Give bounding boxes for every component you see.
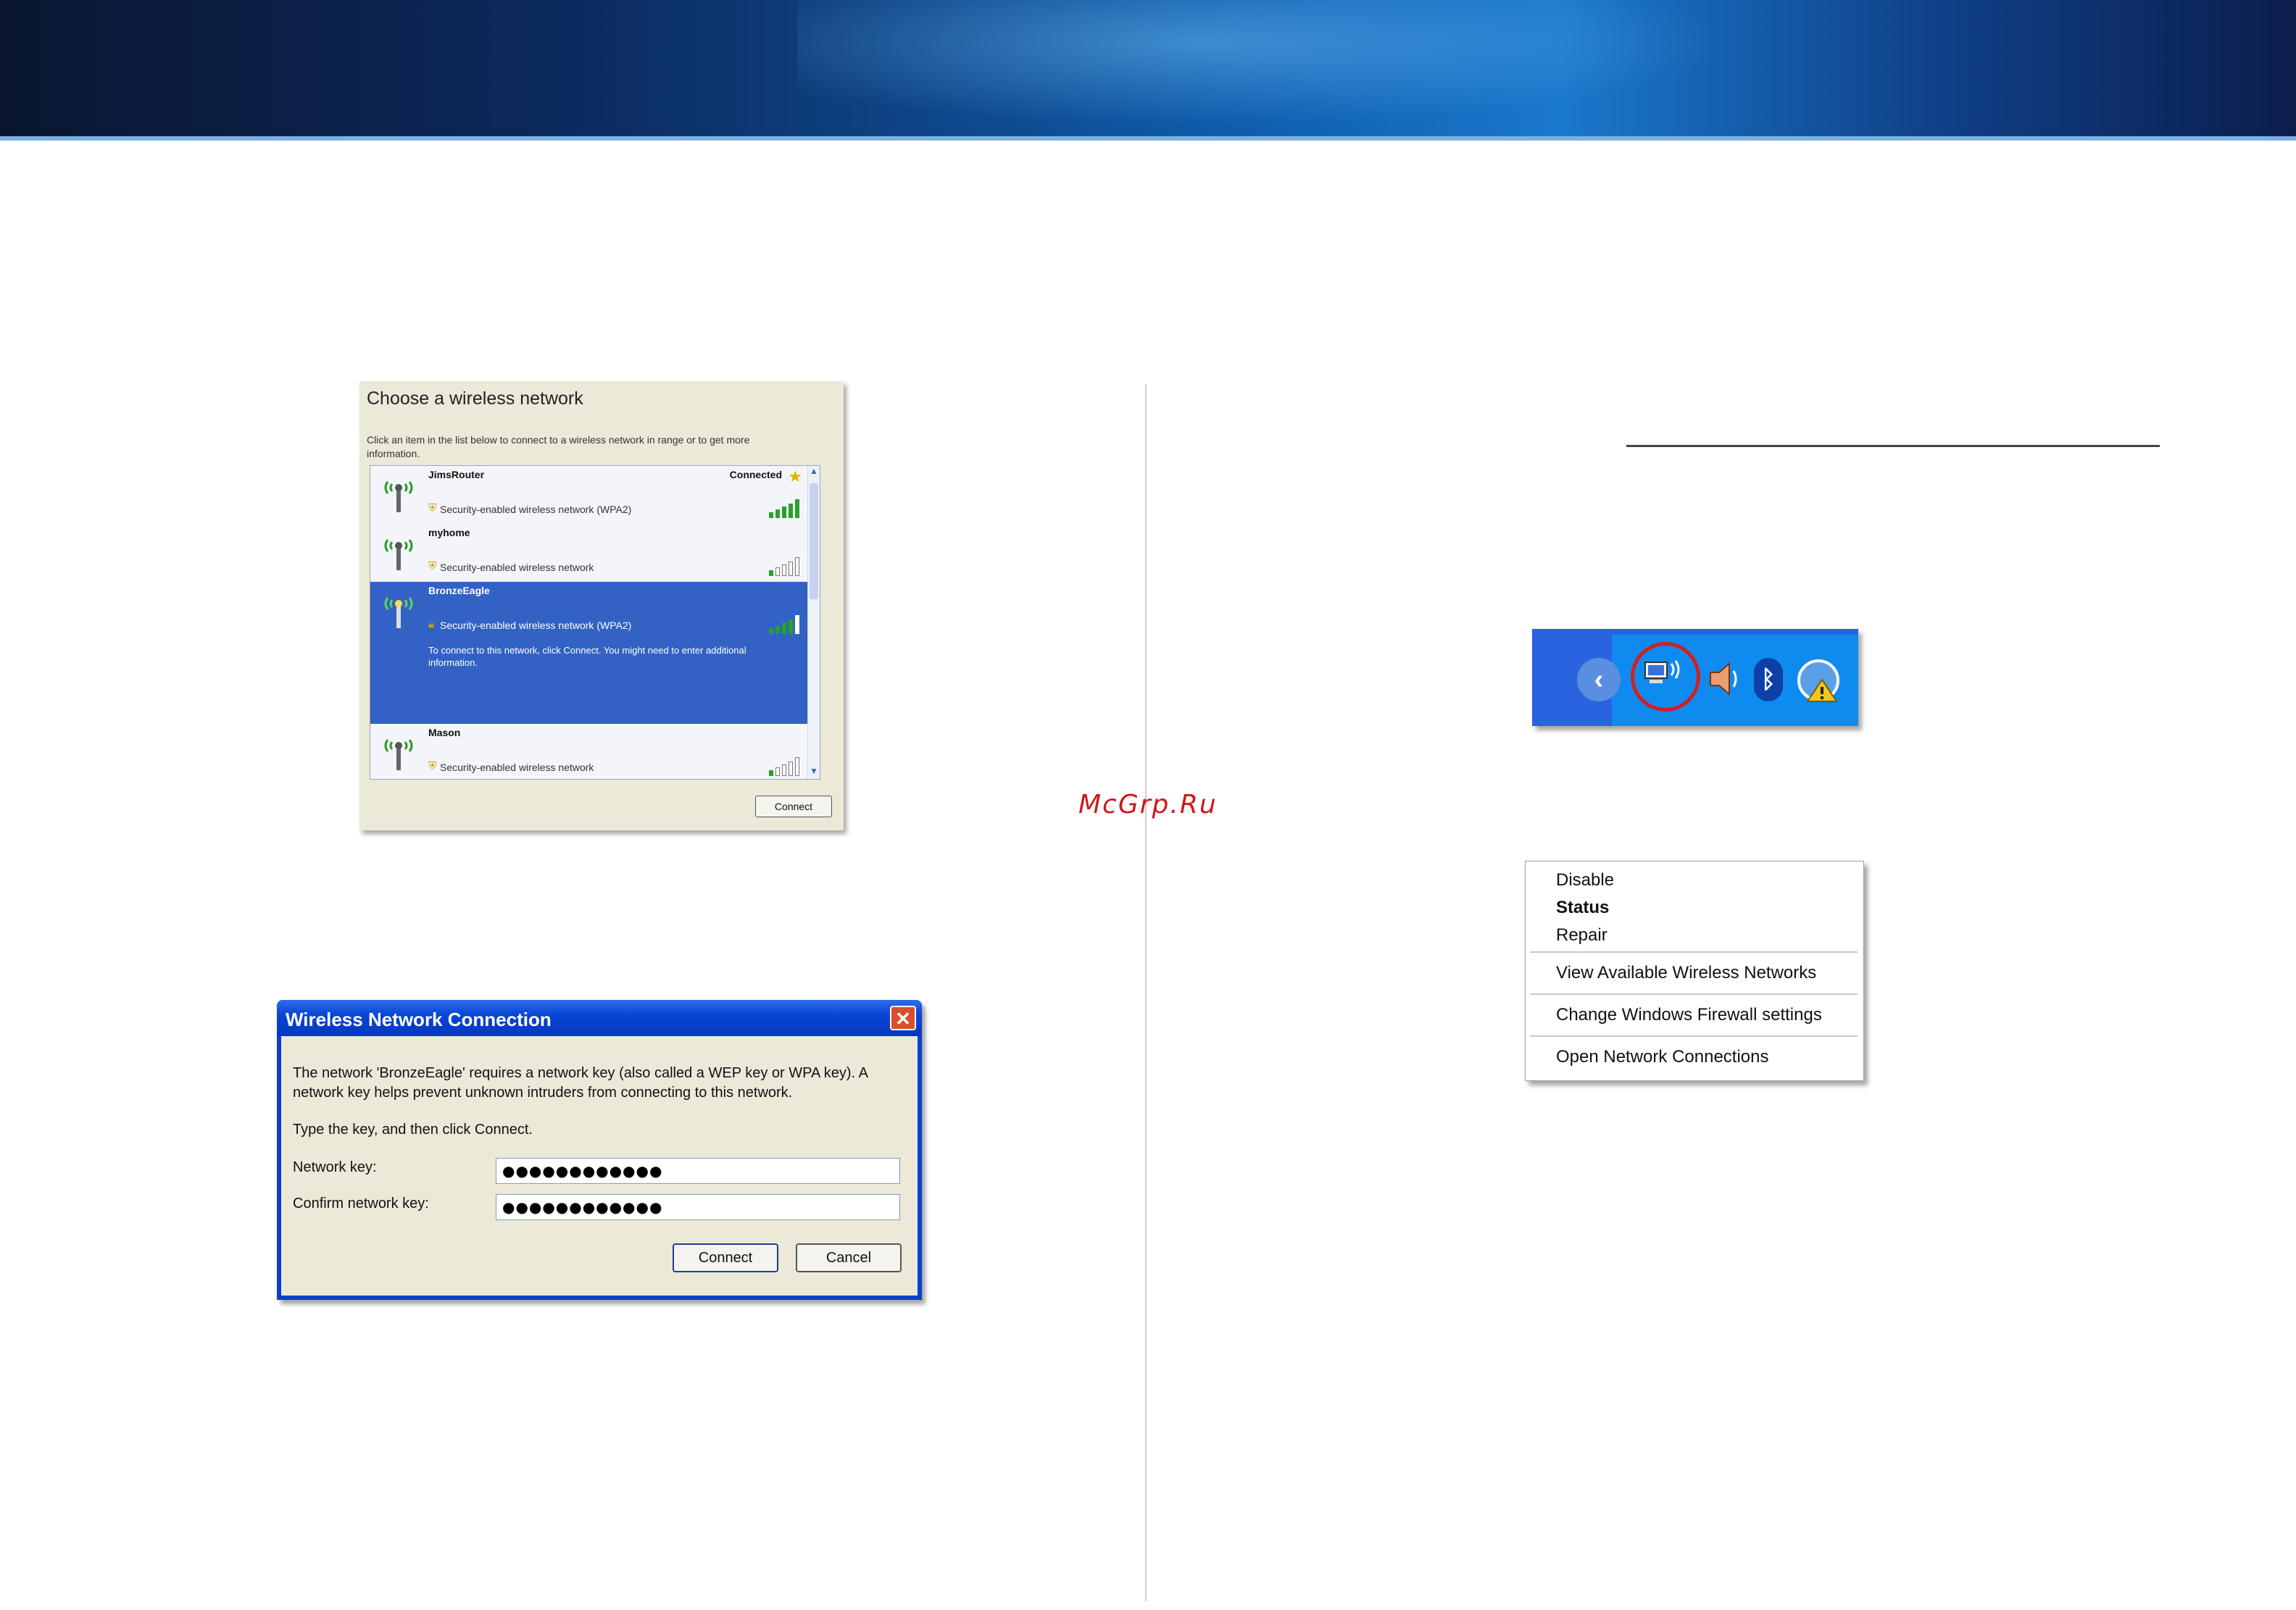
dialog-title: Wireless Network Connection bbox=[286, 1009, 552, 1030]
lock-icon: 🔒︎ bbox=[428, 618, 434, 630]
banner-bottom-line bbox=[0, 136, 2296, 141]
wireless-antenna-icon bbox=[384, 539, 413, 570]
network-name: myhome bbox=[428, 527, 470, 538]
scroll-up-icon[interactable]: ▲ bbox=[808, 466, 820, 479]
shield-icon: ⛨ bbox=[428, 560, 437, 572]
network-hint: To connect to this network, click Connec… bbox=[428, 645, 746, 668]
dialog-titlebar: Wireless Network Connection ✕ bbox=[277, 1000, 922, 1036]
header-banner bbox=[0, 0, 2296, 141]
network-key-label: Network key: bbox=[293, 1159, 377, 1175]
wireless-antenna-icon bbox=[384, 481, 413, 512]
menu-separator bbox=[1530, 951, 1858, 953]
shield-icon: ⛨ bbox=[428, 760, 437, 772]
network-name: JimsRouter bbox=[428, 469, 485, 480]
signal-strength-icon bbox=[769, 757, 801, 776]
wireless-antenna-icon bbox=[384, 597, 413, 628]
bluetooth-icon[interactable]: ᛒ bbox=[1754, 658, 1783, 701]
signal-strength-icon bbox=[769, 615, 801, 634]
dialog-message: The network 'BronzeEagle' requires a net… bbox=[293, 1065, 868, 1101]
signal-strength-icon bbox=[769, 557, 801, 576]
panel-description: Click an item in the list below to conne… bbox=[367, 434, 750, 459]
panel-title: Choose a wireless network bbox=[367, 388, 583, 409]
choose-network-panel: Choose a wireless network Click an item … bbox=[359, 381, 844, 830]
shield-icon: ⛨ bbox=[428, 502, 437, 514]
column-divider bbox=[1145, 384, 1147, 1601]
menu-item-disable[interactable]: Disable bbox=[1556, 870, 1614, 890]
confirm-key-label: Confirm network key: bbox=[293, 1196, 429, 1211]
network-item-bronzeeagle[interactable]: BronzeEagle 🔒︎ Security-enabled wireless… bbox=[370, 582, 808, 725]
network-security: Security-enabled wireless network bbox=[440, 562, 594, 573]
network-security: Security-enabled wireless network (WPA2) bbox=[440, 620, 632, 631]
confirm-key-field[interactable]: ●●●●●●●●●●●● bbox=[496, 1194, 900, 1220]
network-item-myhome[interactable]: myhome ⛨ Security-enabled wireless netwo… bbox=[370, 524, 808, 583]
menu-separator bbox=[1530, 993, 1858, 995]
security-alert-icon[interactable] bbox=[1796, 658, 1841, 703]
scroll-down-icon[interactable]: ▼ bbox=[808, 766, 820, 779]
network-list-scrollbar[interactable]: ▲ ▼ bbox=[807, 466, 820, 779]
network-name: Mason bbox=[428, 727, 461, 738]
menu-item-open-network-connections[interactable]: Open Network Connections bbox=[1556, 1047, 1768, 1067]
close-icon[interactable]: ✕ bbox=[890, 1006, 916, 1030]
signal-strength-icon bbox=[769, 499, 801, 518]
menu-separator bbox=[1530, 1035, 1858, 1037]
network-name: BronzeEagle bbox=[428, 585, 490, 596]
watermark: McGrp.Ru bbox=[1078, 790, 1218, 819]
network-item-jimsrouter[interactable]: JimsRouter Connected ★ ⛨ Security-enable… bbox=[370, 466, 808, 525]
system-tray: ‹ ᛒ bbox=[1532, 629, 1858, 726]
menu-item-status[interactable]: Status bbox=[1556, 898, 1609, 918]
dialog-instruction: Type the key, and then click Connect. bbox=[293, 1122, 533, 1138]
network-status: Connected bbox=[729, 469, 782, 480]
highlight-circle bbox=[1631, 642, 1700, 712]
menu-item-firewall-settings[interactable]: Change Windows Firewall settings bbox=[1556, 1005, 1822, 1025]
dialog-body: The network 'BronzeEagle' requires a net… bbox=[281, 1036, 918, 1296]
wireless-antenna-icon bbox=[384, 739, 413, 770]
tray-context-menu: Disable Status Repair View Available Wir… bbox=[1525, 861, 1864, 1081]
cancel-button[interactable]: Cancel bbox=[796, 1243, 902, 1272]
network-list: JimsRouter Connected ★ ⛨ Security-enable… bbox=[370, 465, 820, 780]
chevron-left-icon[interactable]: ‹ bbox=[1577, 658, 1621, 701]
network-security: Security-enabled wireless network bbox=[440, 762, 594, 773]
network-item-mason[interactable]: Mason ⛨ Security-enabled wireless networ… bbox=[370, 724, 808, 779]
star-icon: ★ bbox=[788, 467, 802, 485]
scrollbar-thumb[interactable] bbox=[810, 483, 818, 599]
connect-button[interactable]: Connect bbox=[755, 796, 832, 817]
banner-highlight bbox=[797, 0, 1812, 141]
wireless-network-connection-dialog: Wireless Network Connection ✕ The networ… bbox=[277, 1000, 922, 1300]
network-key-field[interactable]: ●●●●●●●●●●●● bbox=[496, 1158, 900, 1184]
network-security: Security-enabled wireless network (WPA2) bbox=[440, 504, 632, 515]
speaker-icon[interactable] bbox=[1706, 659, 1744, 698]
section-rule bbox=[1626, 445, 2160, 447]
connect-button[interactable]: Connect bbox=[673, 1243, 778, 1272]
menu-item-repair[interactable]: Repair bbox=[1556, 925, 1607, 946]
menu-item-view-wireless-networks[interactable]: View Available Wireless Networks bbox=[1556, 963, 1816, 983]
